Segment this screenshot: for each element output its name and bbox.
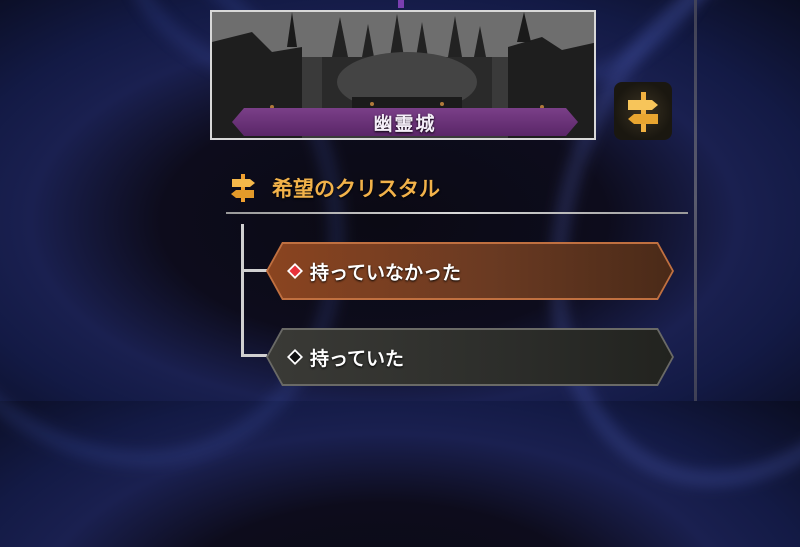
red-diamond-icon xyxy=(286,262,304,280)
location-name: 幽霊城 xyxy=(373,112,437,135)
black-diamond-icon xyxy=(286,348,304,366)
option-did-not-have[interactable]: 持っていなかった xyxy=(266,242,674,300)
right-divider-line xyxy=(694,0,697,401)
signpost-icon xyxy=(231,174,255,202)
header-separator xyxy=(226,212,688,214)
tree-connector-branch xyxy=(241,269,267,272)
tree-connector-vertical xyxy=(241,224,244,356)
signpost-button[interactable] xyxy=(614,82,672,140)
option-had[interactable]: 持っていた xyxy=(266,328,674,386)
question-header: 希望のクリスタル xyxy=(226,170,440,206)
option-label: 持っていた xyxy=(310,347,405,370)
signpost-icon xyxy=(628,92,658,132)
top-marker xyxy=(398,0,404,8)
location-banner: 幽霊城 xyxy=(232,108,578,136)
question-label: 希望のクリスタル xyxy=(272,177,440,201)
tree-connector-branch xyxy=(241,354,267,357)
location-card: 幽霊城 xyxy=(210,10,596,140)
option-label: 持っていなかった xyxy=(310,261,462,284)
